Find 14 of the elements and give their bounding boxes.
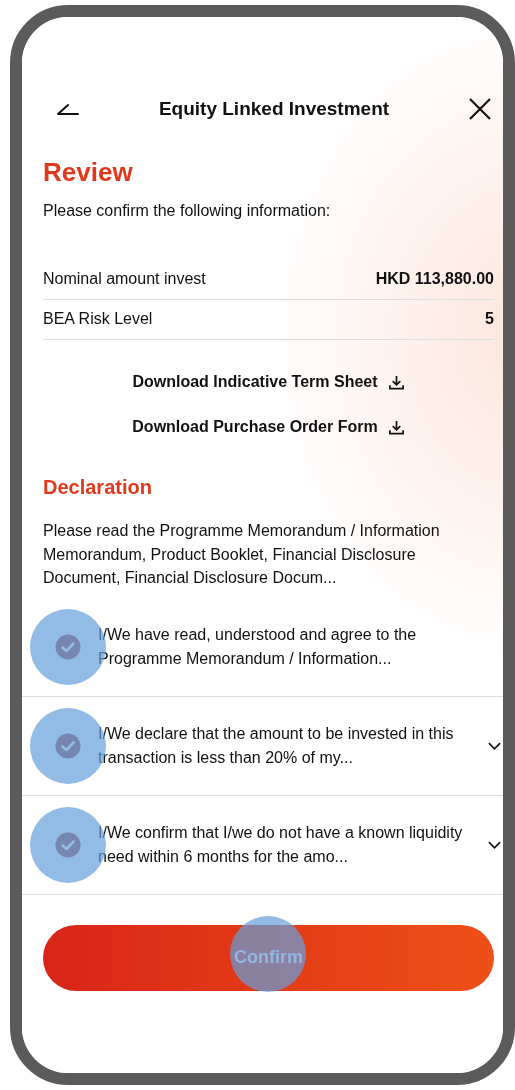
declaration-text: Please read the Programme Memorandum / Information Memorandum, Product Booklet, Financial Disclosure Document, Financial Disclosure Docum... xyxy=(43,521,441,588)
section-heading: Review xyxy=(43,157,134,188)
declaration-item-text: I/We have read, understood and agree to the Programme Memorandum / Information... xyxy=(98,625,418,669)
instruction-text: Please confirm the following information: xyxy=(43,202,332,220)
screen-title: Equity Linked Investment xyxy=(157,98,391,120)
section-heading: Declaration xyxy=(43,476,153,499)
declaration-item-text: I/We declare that the amount to be invested in this transaction is less than 20% of my... xyxy=(98,724,455,768)
row-value: HKD 113,880.00 xyxy=(375,270,494,288)
declaration-item-text: I/We confirm that I/we do not have a known liquidity need within 6 months for the amo... xyxy=(98,823,464,867)
download-link[interactable]: Download Purchase Order Form xyxy=(132,418,405,436)
row-value: 5 xyxy=(485,310,494,328)
download-link[interactable]: Download Indicative Term Sheet xyxy=(132,373,405,391)
row-label: BEA Risk Level xyxy=(43,310,153,328)
row-label: Nominal amount invest xyxy=(43,270,206,288)
